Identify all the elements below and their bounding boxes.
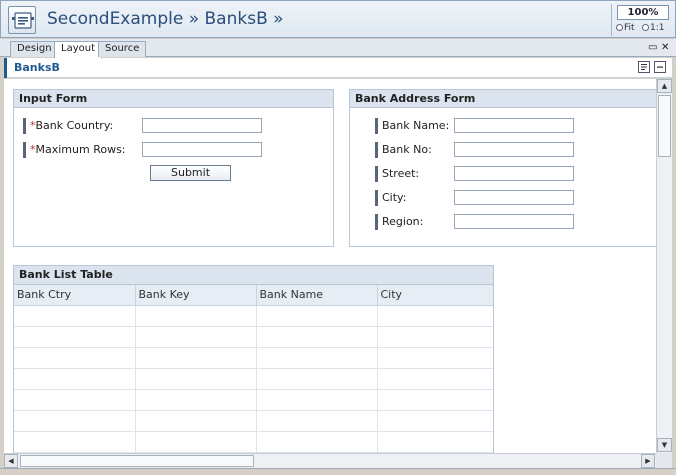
radio-icon — [642, 24, 649, 31]
radio-icon — [616, 24, 623, 31]
bank-no-input[interactable] — [454, 142, 574, 157]
region-input[interactable] — [454, 214, 574, 229]
zoom-fit-option[interactable]: Fit — [616, 23, 635, 33]
close-icon[interactable]: ✕ — [661, 42, 669, 53]
field-marker — [375, 190, 378, 206]
collapse-icon[interactable] — [654, 61, 666, 73]
maximize-icon[interactable]: ▭ — [648, 42, 657, 53]
view-icon[interactable] — [8, 6, 36, 34]
zoom-actual-label: 1:1 — [650, 23, 665, 33]
window-title: SecondExample » BanksB » — [47, 9, 284, 29]
maximum-rows-label: *Maximum Rows: — [30, 143, 126, 156]
city-input[interactable] — [454, 190, 574, 205]
zoom-level[interactable]: 100% — [617, 5, 669, 20]
street-input[interactable] — [454, 166, 574, 181]
scroll-right-icon[interactable]: ▶ — [641, 454, 655, 468]
table-row[interactable] — [14, 347, 493, 369]
zoom-control: 100% Fit 1:1 — [611, 4, 673, 36]
column-header-city[interactable]: City — [377, 285, 493, 306]
status-bar — [0, 468, 676, 475]
table-row[interactable] — [14, 305, 493, 327]
bank-name-input[interactable] — [454, 118, 574, 133]
input-form-panel: Input Form *Bank Country: *Maximum Rows:… — [13, 89, 334, 247]
bank-list-table-panel: Bank List Table Bank Ctry Bank Key Bank … — [13, 265, 494, 453]
scroll-down-icon[interactable]: ▼ — [657, 438, 672, 452]
zoom-fit-label: Fit — [624, 23, 635, 33]
table-row[interactable] — [14, 368, 493, 390]
address-form-title: Bank Address Form — [350, 90, 656, 108]
column-header-bank-name[interactable]: Bank Name — [256, 285, 378, 306]
tab-design[interactable]: Design — [10, 41, 59, 57]
bank-list-table: Bank Ctry Bank Key Bank Name City — [14, 285, 493, 453]
breadcrumb-label: BanksB — [14, 61, 60, 74]
title-bar: SecondExample » BanksB » 100% Fit 1:1 — [0, 0, 676, 38]
bank-country-label: *Bank Country: — [30, 119, 114, 132]
bank-name-row: Bank Name: — [375, 118, 605, 134]
breadcrumb: BanksB — [4, 58, 672, 78]
column-header-bank-ctry[interactable]: Bank Ctry — [14, 285, 136, 306]
city-label: City: — [382, 191, 407, 204]
tab-layout[interactable]: Layout — [54, 41, 102, 58]
address-form-panel: Bank Address Form Bank Name: Bank No: St… — [349, 89, 656, 247]
bank-country-row: *Bank Country: — [23, 118, 323, 134]
field-marker — [375, 166, 378, 182]
table-header-row: Bank Ctry Bank Key Bank Name City — [14, 285, 493, 306]
submit-button[interactable]: Submit — [150, 165, 231, 181]
field-marker — [375, 214, 378, 230]
bank-name-label: Bank Name: — [382, 119, 450, 132]
region-row: Region: — [375, 214, 605, 230]
horizontal-scroll-thumb[interactable] — [20, 455, 254, 467]
field-marker — [375, 118, 378, 134]
field-marker — [375, 142, 378, 158]
bank-no-label: Bank No: — [382, 143, 432, 156]
street-label: Street: — [382, 167, 420, 180]
maximum-rows-input[interactable] — [142, 142, 262, 157]
table-row[interactable] — [14, 389, 493, 411]
bank-list-table-title: Bank List Table — [14, 266, 493, 285]
table-row[interactable] — [14, 410, 493, 432]
table-row[interactable] — [14, 326, 493, 348]
scroll-up-icon[interactable]: ▲ — [657, 79, 672, 93]
vertical-scroll-thumb[interactable] — [658, 95, 671, 157]
maximum-rows-row: *Maximum Rows: — [23, 142, 323, 158]
city-row: City: — [375, 190, 605, 206]
horizontal-scrollbar[interactable]: ◀ ▶ — [4, 453, 656, 468]
breadcrumb-accent — [4, 58, 7, 78]
scroll-left-icon[interactable]: ◀ — [4, 454, 18, 468]
editor-tabs: Design Layout Source ▭ ✕ — [0, 39, 676, 58]
field-marker — [23, 142, 26, 158]
region-label: Region: — [382, 215, 424, 228]
vertical-scrollbar[interactable]: ▲ ▼ — [656, 79, 672, 453]
zoom-actual-option[interactable]: 1:1 — [642, 23, 664, 33]
input-form-title: Input Form — [14, 90, 333, 108]
column-header-bank-key[interactable]: Bank Key — [135, 285, 257, 306]
bank-country-input[interactable] — [142, 118, 262, 133]
scroll-corner — [656, 453, 672, 468]
table-row[interactable] — [14, 431, 493, 453]
layout-canvas: Input Form *Bank Country: *Maximum Rows:… — [4, 79, 656, 453]
field-marker — [23, 118, 26, 134]
properties-icon[interactable] — [638, 61, 650, 73]
bank-no-row: Bank No: — [375, 142, 605, 158]
tab-source[interactable]: Source — [98, 41, 147, 57]
street-row: Street: — [375, 166, 605, 182]
